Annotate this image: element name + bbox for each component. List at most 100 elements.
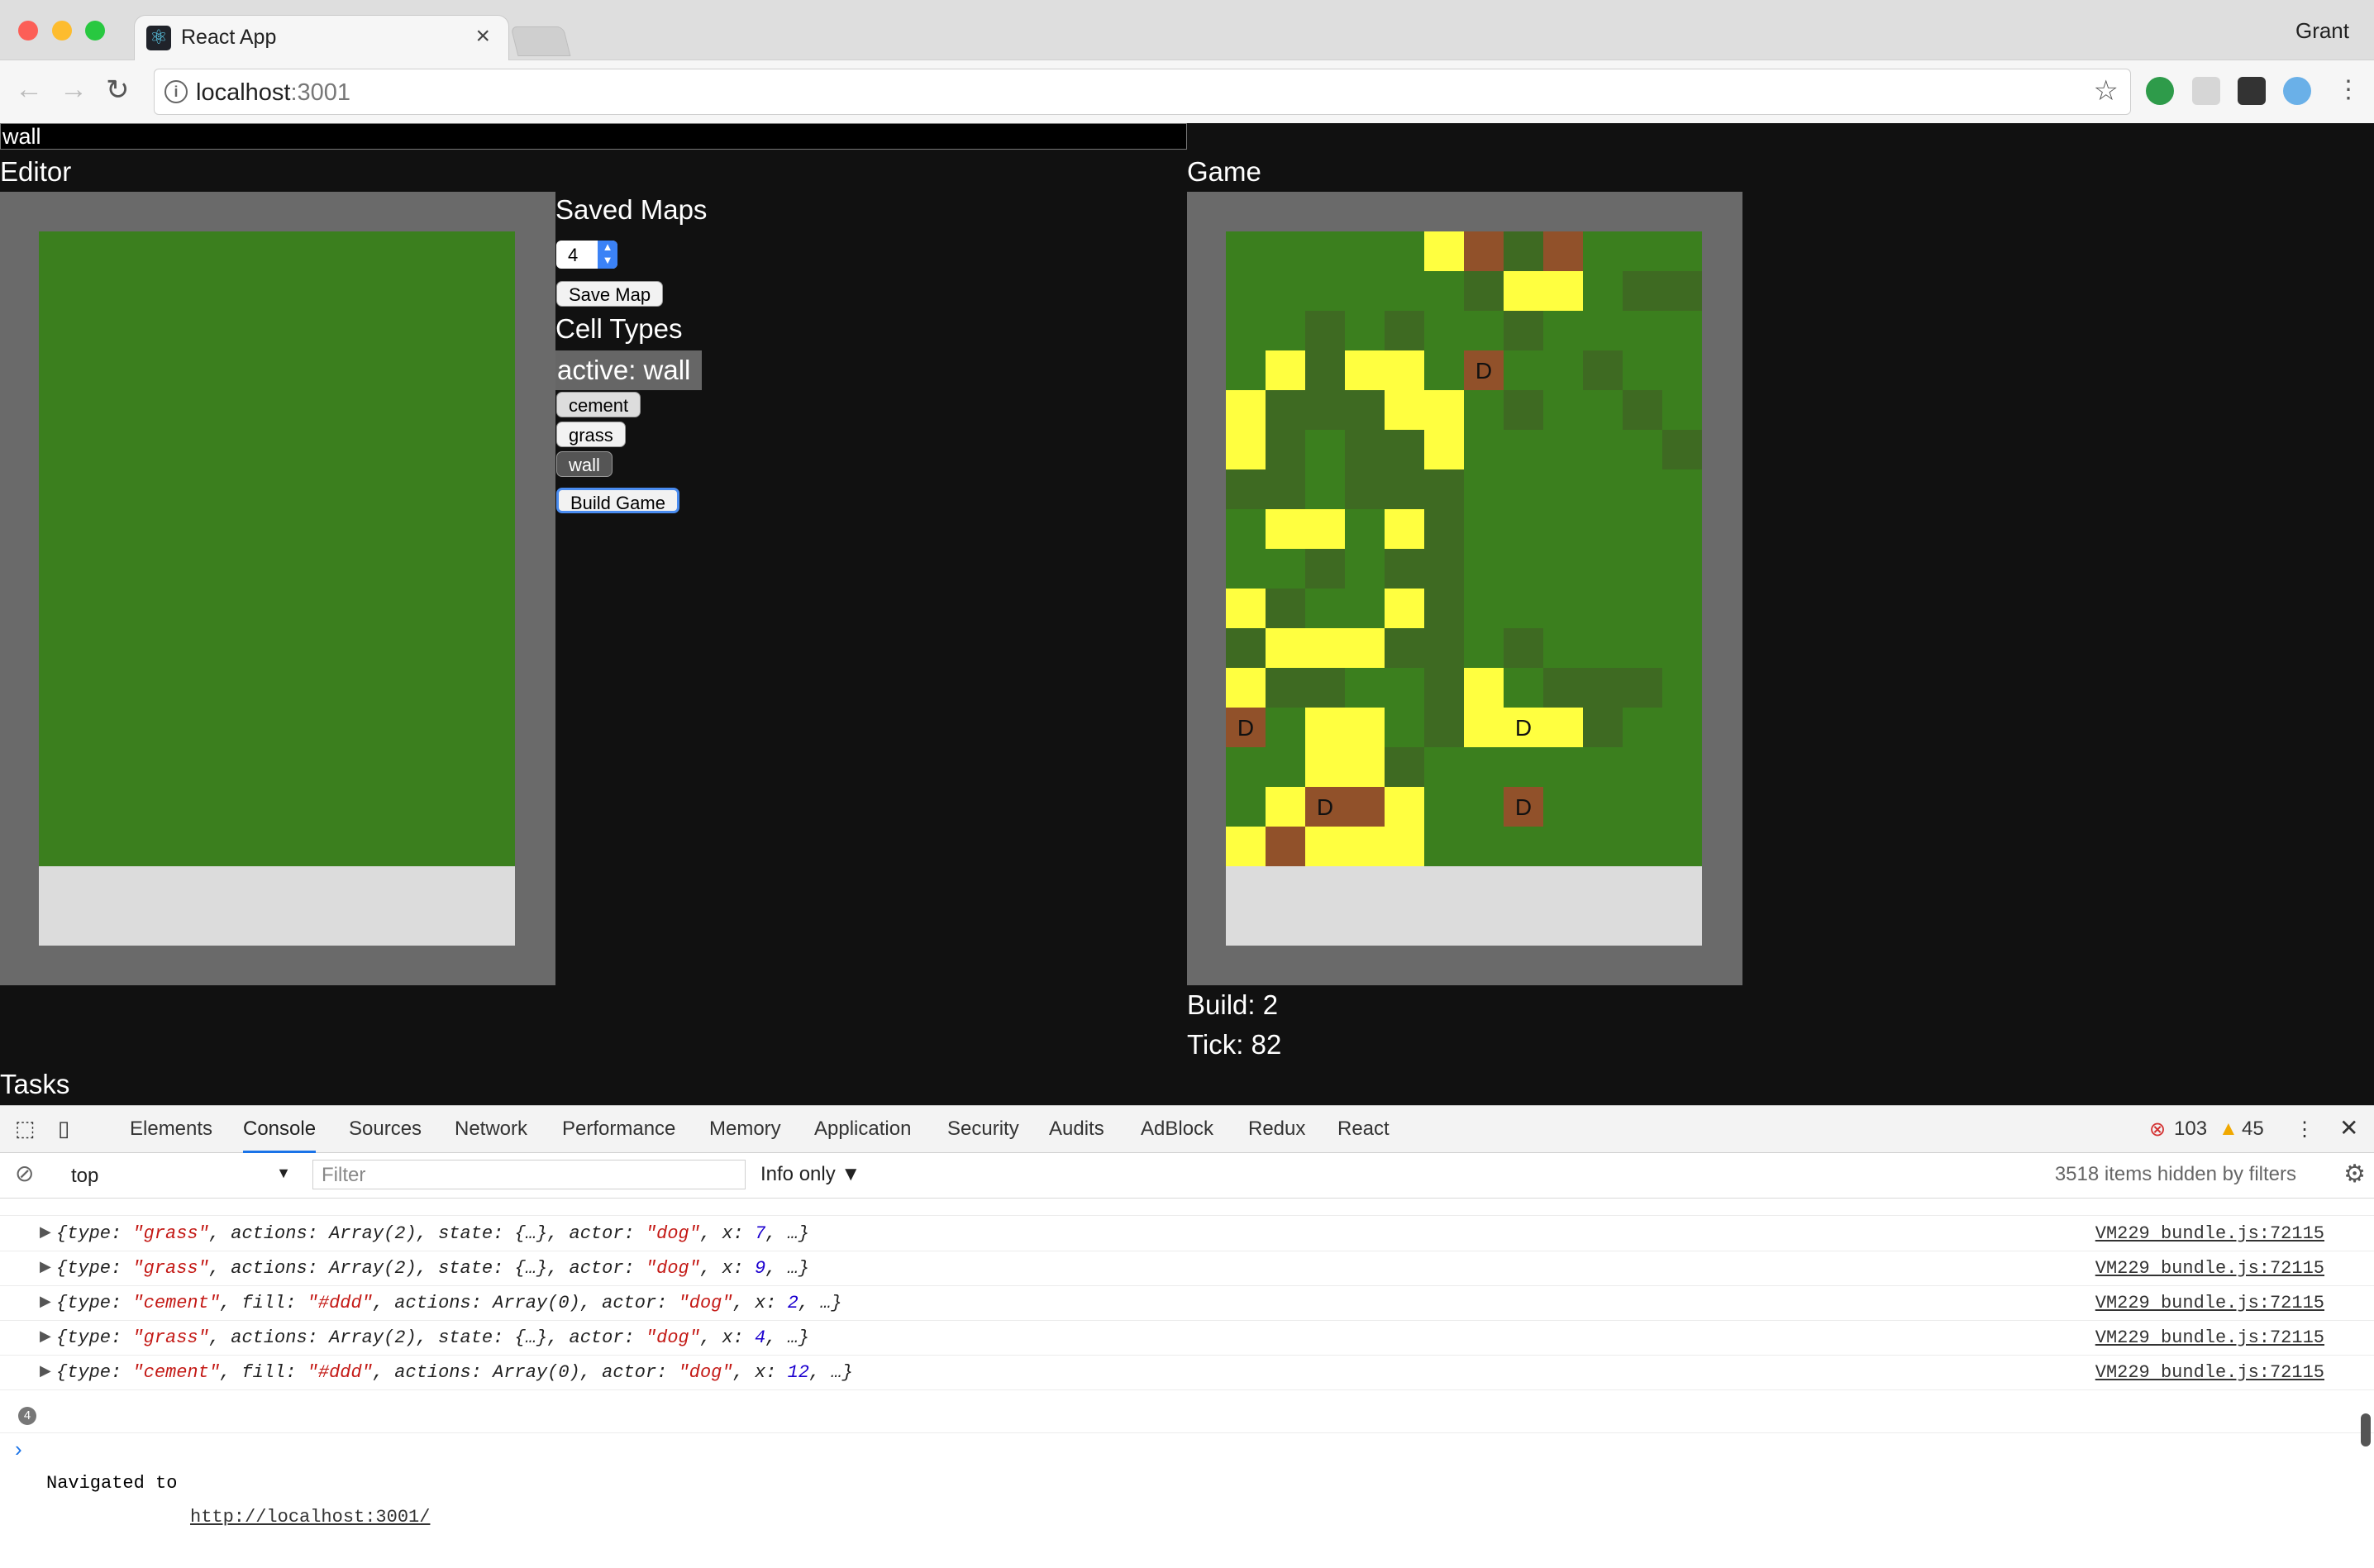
tab-audits[interactable]: Audits [1049,1118,1104,1141]
console-log-row[interactable]: ▶ {type: "cement", fill: "#ddd", actions:… [0,1286,2374,1321]
extension-blue-icon[interactable] [2283,77,2311,105]
log-levels-select[interactable]: Info only ▼ [760,1163,860,1186]
zoom-window-button[interactable] [85,21,105,41]
back-icon[interactable]: ← [15,74,43,106]
tab-memory[interactable]: Memory [709,1118,781,1141]
address-bar[interactable]: i localhost:3001 ☆ [154,69,2131,115]
console-log-row[interactable]: ▶ {type: "grass", actions: Array(2), stat… [0,1251,2374,1286]
editor-grass-area[interactable] [39,231,515,866]
inspect-element-icon[interactable]: ⬚ [15,1116,36,1141]
forward-icon[interactable]: → [60,74,88,106]
cell-type-grass-button[interactable]: grass [556,422,626,447]
game-cell [1424,747,1465,788]
saved-maps-title: Saved Maps [555,194,708,225]
expand-arrow-icon[interactable]: ▶ [40,1286,51,1320]
game-cell [1504,350,1544,391]
game-cell [1504,827,1544,866]
tab-console[interactable]: Console [243,1118,317,1153]
devtools-menu-icon[interactable]: ⋮ [2295,1118,2314,1141]
game-cell [1424,668,1465,708]
game-cell [1226,231,1266,272]
console-settings-icon[interactable]: ⚙ [2343,1160,2366,1189]
game-cell [1662,430,1702,470]
minimize-window-button[interactable] [52,21,72,41]
log-source-link[interactable]: VM229 bundle.js:72115 [2095,1251,2324,1285]
cell-type-wall-button[interactable]: wall [556,451,613,477]
game-cell [1305,509,1346,550]
game-cell [1266,509,1306,550]
tab-security[interactable]: Security [947,1118,1019,1141]
save-map-button[interactable]: Save Map [556,281,664,307]
build-game-button[interactable]: Build Game [556,488,679,513]
reload-icon[interactable]: ↻ [106,74,130,107]
cell-type-cement-button[interactable]: cement [556,392,641,417]
game-cell [1662,708,1702,748]
tab-network[interactable]: Network [455,1118,527,1141]
tab-adblock[interactable]: AdBlock [1141,1118,1213,1141]
bookmark-star-icon[interactable]: ☆ [2094,74,2119,107]
expand-arrow-icon[interactable]: ▶ [40,1356,51,1389]
info-icon[interactable]: i [164,80,188,103]
tab-sources[interactable]: Sources [349,1118,422,1141]
tasks-title: Tasks [0,1069,70,1099]
new-tab-button[interactable] [510,26,571,56]
expand-arrow-icon[interactable]: ▶ [40,1321,51,1355]
game-cell [1543,271,1584,312]
game-cell [1583,231,1623,272]
log-source-link[interactable]: VM229 bundle.js:72115 [2095,1321,2324,1355]
error-count[interactable]: 103 [2174,1118,2207,1141]
extension-green-icon[interactable] [2146,77,2174,105]
game-cell [1662,747,1702,788]
game-cell [1583,668,1623,708]
game-cell [1583,628,1623,669]
game-cell [1226,509,1266,550]
browser-tab[interactable]: ⚛ React App × [134,15,509,62]
expand-arrow-icon[interactable]: ▶ [40,1217,51,1251]
game-grid: D D D D D [1226,231,1702,866]
tab-performance[interactable]: Performance [562,1118,675,1141]
game-cell [1424,628,1465,669]
game-cell [1583,509,1623,550]
tab-elements[interactable]: Elements [130,1118,212,1141]
game-cell [1385,708,1425,748]
close-devtools-icon[interactable]: ✕ [2339,1114,2358,1141]
game-cell [1662,549,1702,589]
map-select[interactable]: 4 ▲ ▼ [556,241,617,269]
game-cell [1543,589,1584,629]
log-source-link[interactable]: VM229 bundle.js:72115 [2095,1286,2324,1320]
console-scrollbar[interactable] [2361,1413,2371,1446]
log-source-link[interactable]: VM229 bundle.js:72115 [2095,1356,2324,1389]
profile-name[interactable]: Grant [2295,18,2349,44]
close-tab-icon[interactable]: × [475,22,490,50]
tool-input[interactable]: wall [0,123,1187,150]
game-cell [1345,628,1385,669]
tab-react[interactable]: React [1337,1118,1390,1141]
device-toolbar-icon[interactable]: ▯ [58,1116,69,1141]
expand-arrow-icon[interactable]: ▶ [40,1251,51,1285]
console-log-row[interactable]: ▶ {type: "grass", actions: Array(2), stat… [0,1321,2374,1356]
game-cell [1583,589,1623,629]
log-source-link[interactable]: VM229 bundle.js:72115 [2095,1217,2324,1251]
game-cell [1543,469,1584,510]
stepper-icon[interactable]: ▲ ▼ [598,241,617,269]
adblock-shield-icon[interactable] [2192,77,2220,105]
game-cell [1464,787,1504,827]
warning-count[interactable]: 45 [2242,1118,2264,1141]
browser-menu-icon[interactable]: ⋮ [2336,75,2361,104]
filter-input[interactable]: Filter [312,1160,746,1189]
game-cell [1424,469,1465,510]
editor-cement-row[interactable] [39,866,515,946]
console-log-row[interactable]: ▶ {type: "grass", actions: Array(2), stat… [0,1217,2374,1251]
editor-board[interactable] [0,192,555,985]
game-cell [1385,430,1425,470]
clear-console-icon[interactable]: ⊘ [15,1160,34,1187]
console-log-row[interactable]: ▶ {type: "cement", fill: "#ddd", actions:… [0,1356,2374,1390]
tab-application[interactable]: Application [814,1118,911,1141]
tab-redux[interactable]: Redux [1248,1118,1305,1141]
extension-dark-icon[interactable] [2238,77,2266,105]
nav-link[interactable]: http://localhost:3001/ [190,1500,430,1534]
close-window-button[interactable] [18,21,38,41]
game-cell [1385,668,1425,708]
context-select[interactable]: top ▼ [60,1161,291,1189]
game-cell [1583,430,1623,470]
